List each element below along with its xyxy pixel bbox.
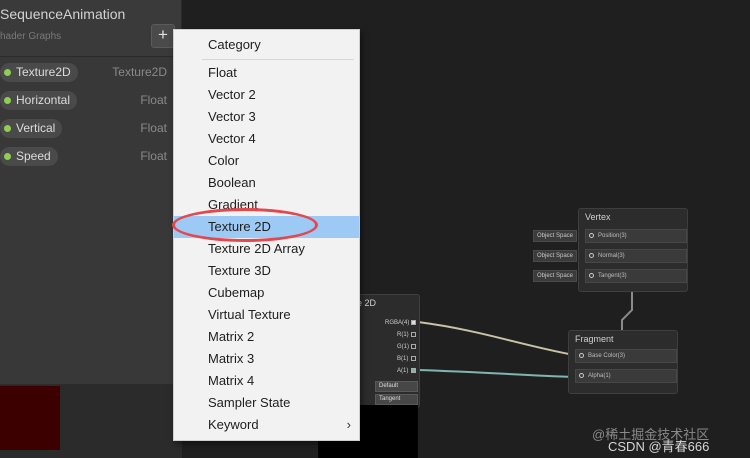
vertex-slot-position[interactable]: Position(3) [585,229,687,243]
port-r-icon[interactable] [411,332,416,337]
port-g-icon[interactable] [411,344,416,349]
menu-item-keyword-label: Keyword [208,417,259,432]
menu-separator [202,59,354,60]
property-row-speed[interactable]: Speed Float [0,147,181,167]
menu-item-virtual-texture[interactable]: Virtual Texture [174,304,359,326]
fragment-slot-alpha[interactable]: Alpha(1) [575,369,677,383]
chevron-right-icon: › [346,417,351,432]
property-pill[interactable]: Texture2D [0,63,78,82]
menu-item-matrix3[interactable]: Matrix 3 [174,348,359,370]
menu-item-vector2[interactable]: Vector 2 [174,84,359,106]
menu-item-boolean[interactable]: Boolean [174,172,359,194]
menu-item-vector3[interactable]: Vector 3 [174,106,359,128]
menu-item-vector4[interactable]: Vector 4 [174,128,359,150]
edge-vertex-to-fragment [621,290,633,330]
fragment-slot-base-color[interactable]: Base Color(3) [575,349,677,363]
menu-item-matrix2[interactable]: Matrix 2 [174,326,359,348]
property-pill[interactable]: Speed [0,147,58,166]
port-dot-icon [589,233,594,238]
property-type: Texture2D [112,65,167,79]
menu-item-float[interactable]: Float [174,62,359,84]
menu-item-texture3d[interactable]: Texture 3D [174,260,359,282]
blackboard-header: SequenceAnimation hader Graphs + [0,0,181,57]
edge-rgba-to-base-color [417,321,575,356]
port-g-label: G(1) [397,344,409,350]
menu-item-keyword[interactable]: Keyword › [174,414,359,436]
menu-item-sampler-state[interactable]: Sampler State [174,392,359,414]
watermark-csdn: CSDN @青春666 [608,439,710,454]
port-dot-icon [579,353,584,358]
port-r-label: R(1) [397,332,409,338]
port-rgba-icon[interactable] [411,320,416,325]
vertex-slot-tangent[interactable]: Tangent(3) [585,269,687,283]
property-dot-icon [4,153,11,160]
menu-item-matrix4[interactable]: Matrix 4 [174,370,359,392]
vertex-tangent-space-tag[interactable]: Object Space [533,270,578,282]
property-type: Float [140,149,167,163]
space-dropdown[interactable]: Tangent [375,394,418,405]
edge-alpha-to-alpha [417,369,575,378]
vertex-slot-normal[interactable]: Normal(3) [585,249,687,263]
menu-item-texture2d-array[interactable]: Texture 2D Array [174,238,359,260]
property-type: Float [140,93,167,107]
port-dot-icon [579,373,584,378]
port-b-label: B(1) [397,356,409,362]
vertex-position-space-tag[interactable]: Object Space [533,230,578,242]
port-a-label: A(1) [397,368,409,374]
property-dot-icon [4,125,11,132]
port-a-icon[interactable] [411,368,416,373]
blackboard-title: SequenceAnimation [0,6,126,22]
property-pill[interactable]: Vertical [0,119,63,138]
fragment-node-title: Fragment [575,334,614,344]
port-dot-icon [589,253,594,258]
vertex-node[interactable]: Vertex Position(3) Normal(3) Tangent(3) [578,208,688,292]
add-property-button[interactable]: + [151,24,175,48]
vertex-normal-space-tag[interactable]: Object Space [533,250,578,262]
property-row-texture2d[interactable]: Texture2D Texture2D [0,63,181,83]
menu-header-category: Category [208,37,261,52]
highlight-ring-annotation [172,208,318,242]
property-dot-icon [4,69,11,76]
blackboard-panel: SequenceAnimation hader Graphs + Texture… [0,0,182,458]
color-preview-swatch [0,386,60,450]
fragment-node[interactable]: Fragment Base Color(3) Alpha(1) [568,330,678,394]
menu-item-color[interactable]: Color [174,150,359,172]
type-dropdown[interactable]: Default [375,381,418,392]
port-dot-icon [589,273,594,278]
property-dot-icon [4,97,11,104]
menu-item-cubemap[interactable]: Cubemap [174,282,359,304]
property-pill[interactable]: Horizontal [0,91,78,110]
property-row-horizontal[interactable]: Horizontal Float [0,91,181,111]
blackboard-subtitle: hader Graphs [0,31,62,42]
port-b-icon[interactable] [411,356,416,361]
vertex-node-title: Vertex [585,212,611,222]
property-type: Float [140,121,167,135]
port-rgba-label: RGBA(4) [385,320,410,326]
property-row-vertical[interactable]: Vertical Float [0,119,181,139]
